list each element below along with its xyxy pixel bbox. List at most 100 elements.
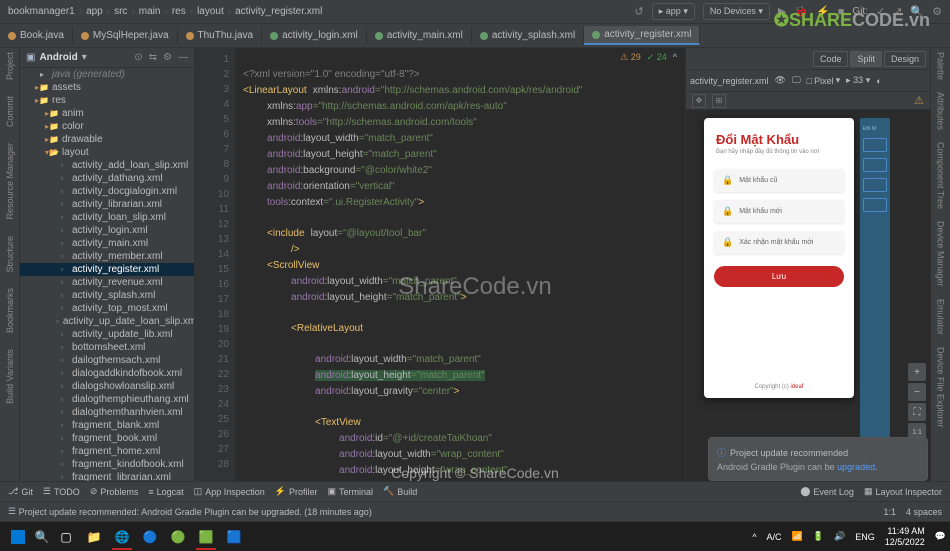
zoom-fit-button[interactable]: ⛶	[908, 403, 926, 421]
tool-window-button[interactable]: Attributes	[936, 92, 946, 130]
upgrade-link[interactable]: upgraded	[837, 462, 875, 472]
tool-window-button[interactable]: Palette	[936, 52, 946, 80]
edge-icon[interactable]: 🔵	[136, 524, 164, 550]
device-dropdown[interactable]: No Devices ▾	[703, 3, 770, 20]
tree-file[interactable]: ▫activity_update_lib.xml	[20, 328, 194, 341]
word-icon[interactable]: 🟦	[220, 524, 248, 550]
line-number[interactable]: 2	[195, 67, 229, 82]
tool-window-button[interactable]: Emulator	[936, 299, 946, 335]
line-number[interactable]: 22	[195, 367, 229, 382]
theme-icon[interactable]: ◐	[876, 76, 881, 86]
line-number[interactable]: 8	[195, 157, 229, 172]
language-icon[interactable]: ENG	[855, 532, 875, 542]
line-number[interactable]: 11	[195, 202, 229, 217]
editor-tab[interactable]: activity_splash.xml	[472, 27, 584, 44]
logcat-tab[interactable]: ≡ Logcat	[148, 487, 183, 497]
api-dropdown[interactable]: ▸ 33 ▾	[846, 75, 870, 86]
tree-file[interactable]: ▫activity_librarian.xml	[20, 198, 194, 211]
cursor-position[interactable]: 1:1	[883, 507, 896, 517]
line-number[interactable]: 24	[195, 397, 229, 412]
tree-file[interactable]: ▫activity_docgialogin.xml	[20, 185, 194, 198]
grid-icon[interactable]: ⊞	[712, 94, 726, 108]
save-button[interactable]: Lưu	[714, 266, 844, 287]
editor-tab[interactable]: ThuThu.java	[178, 27, 263, 44]
task-view-button[interactable]: ▢	[52, 524, 80, 550]
breadcrumb-item[interactable]: res	[172, 6, 186, 17]
tree-file[interactable]: ▫activity_top_most.xml	[20, 302, 194, 315]
start-button[interactable]	[4, 524, 32, 550]
ac-indicator[interactable]: A/C	[767, 532, 782, 542]
clock[interactable]: 11:49 AM 12/5/2022	[885, 526, 925, 548]
collapse-icon[interactable]: ⊙	[134, 52, 142, 63]
editor-tab[interactable]: Book.java	[0, 27, 73, 44]
project-view-label[interactable]: Android	[39, 52, 77, 63]
file-label[interactable]: activity_register.xml	[690, 76, 769, 86]
line-number[interactable]: 17	[195, 292, 229, 307]
tool-window-button[interactable]: Bookmarks	[5, 288, 15, 333]
eye-icon[interactable]: 👁	[775, 75, 786, 86]
app-inspection-tab[interactable]: ◫ App Inspection	[194, 486, 265, 497]
tree-file[interactable]: ▫dialogaddkindofbook.xml	[20, 367, 194, 380]
tree-folder[interactable]: ▸java (generated)	[20, 68, 194, 81]
zoom-in-button[interactable]: +	[908, 363, 926, 381]
breadcrumb-item[interactable]: src	[114, 6, 127, 17]
tree-file[interactable]: ▫activity_dathang.xml	[20, 172, 194, 185]
line-number[interactable]: 27	[195, 442, 229, 457]
build-tab[interactable]: 🔨 Build	[383, 486, 417, 497]
phone-preview[interactable]: Đổi Mật Khẩu Bạn hãy nhập đầy đủ thông t…	[704, 118, 854, 398]
tool-window-button[interactable]: Resource Manager	[5, 143, 15, 220]
editor-tab[interactable]: activity_register.xml	[584, 26, 700, 45]
typo-badge[interactable]: ✓ 24	[647, 52, 667, 63]
problems-tab[interactable]: ⊘ Problems	[90, 486, 139, 497]
breadcrumb-item[interactable]: layout	[197, 6, 224, 17]
tool-window-button[interactable]: Device Manager	[936, 221, 946, 287]
tree-file[interactable]: ▫activity_register.xml	[20, 263, 194, 276]
old-password-input[interactable]: 🔒Mật khẩu cũ	[714, 169, 844, 192]
line-number[interactable]: 5	[195, 112, 229, 127]
explorer-icon[interactable]: 📁	[80, 524, 108, 550]
coccoc-icon[interactable]: 🟢	[164, 524, 192, 550]
tree-folder[interactable]: ▸📁drawable	[20, 133, 194, 146]
tree-file[interactable]: ▫activity_main.xml	[20, 237, 194, 250]
chevron-up-icon[interactable]: ^	[673, 52, 677, 63]
split-tab[interactable]: Split	[850, 51, 882, 67]
editor-tab[interactable]: activity_main.xml	[367, 27, 472, 44]
tree-file[interactable]: ▫activity_up_date_loan_slip.xml	[20, 315, 194, 328]
line-number[interactable]: 15	[195, 262, 229, 277]
line-number[interactable]: 13	[195, 232, 229, 247]
sync-icon[interactable]: ↺	[635, 5, 644, 18]
line-number[interactable]: 1	[195, 52, 229, 67]
tool-window-button[interactable]: Project	[5, 52, 15, 80]
line-number[interactable]: 19	[195, 322, 229, 337]
tool-window-button[interactable]: Device File Explorer	[936, 347, 946, 428]
android-studio-icon[interactable]: 🟩	[192, 524, 220, 550]
tree-file[interactable]: ▫activity_add_loan_slip.xml	[20, 159, 194, 172]
layout-inspector-tab[interactable]: ▦ Layout Inspector	[864, 486, 942, 497]
line-number[interactable]: 7	[195, 142, 229, 157]
tree-file[interactable]: ▫activity_revenue.xml	[20, 276, 194, 289]
event-log-tab[interactable]: ⬤ Event Log	[800, 486, 854, 497]
line-number[interactable]: 21	[195, 352, 229, 367]
blueprint-preview[interactable]: Đổi M	[860, 118, 890, 473]
tree-folder[interactable]: ▸📁anim	[20, 107, 194, 120]
tree-file[interactable]: ▫fragment_blank.xml	[20, 419, 194, 432]
tree-folder[interactable]: ▸📁res	[20, 94, 194, 107]
editor-tab[interactable]: activity_login.xml	[262, 27, 367, 44]
line-number[interactable]: 26	[195, 427, 229, 442]
tree-file[interactable]: ▫dialogthemthanhvien.xml	[20, 406, 194, 419]
line-number[interactable]: 20	[195, 337, 229, 352]
breadcrumb-item[interactable]: app	[86, 6, 103, 17]
warning-icon[interactable]: ⚠	[914, 94, 924, 107]
tree-file[interactable]: ▫fragment_librarian.xml	[20, 471, 194, 481]
warning-badge[interactable]: ⚠ 29	[620, 52, 641, 63]
wifi-icon[interactable]: 📶	[792, 531, 803, 542]
line-number[interactable]: 9	[195, 172, 229, 187]
profiler-tab[interactable]: ⚡ Profiler	[275, 486, 318, 497]
expand-icon[interactable]: ⇆	[149, 52, 157, 63]
line-number[interactable]: 4	[195, 97, 229, 112]
code-area[interactable]: <?xml version="1.0" encoding="utf-8"?> <…	[235, 48, 685, 481]
line-number[interactable]: 6	[195, 127, 229, 142]
tree-file[interactable]: ▫dialogshowloanslip.xml	[20, 380, 194, 393]
line-number[interactable]: 23	[195, 382, 229, 397]
editor-tab[interactable]: MySqlHeper.java	[73, 27, 178, 44]
